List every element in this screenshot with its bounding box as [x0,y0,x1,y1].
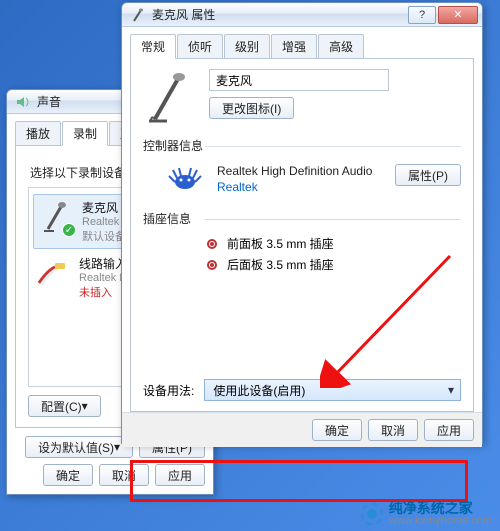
tab-recording[interactable]: 录制 [62,121,108,146]
controller-name: Realtek High Definition Audio [217,164,381,178]
configure-button[interactable]: 配置(C) ▾ [28,395,101,417]
controller-properties-button[interactable]: 属性(P) [395,164,461,186]
device-name-input[interactable] [209,69,389,91]
jack-indicator-icon [207,260,217,270]
usage-label: 设备用法: [143,382,194,399]
speaker-icon [15,94,31,110]
mic-title: 麦克风 属性 [152,6,406,23]
microphone-large-icon [143,69,191,125]
ok-button[interactable]: 确定 [43,464,93,486]
jack-indicator-icon [207,239,217,249]
change-icon-button[interactable]: 更改图标(I) [209,97,294,119]
mic-properties-window: 麦克风 属性 ? ✕ 常规 侦听 级别 增强 高级 更改图标(I) [121,2,483,444]
tab-listen[interactable]: 侦听 [177,34,223,58]
set-default-button[interactable]: 设为默认值(S) ▾ [25,436,133,458]
jack-group-label: 插座信息 [143,210,461,227]
check-icon: ✓ [62,223,76,237]
help-button[interactable]: ? [408,6,436,24]
mic-tabs: 常规 侦听 级别 增强 高级 [130,34,474,59]
cancel-button[interactable]: 取消 [368,419,418,441]
close-button[interactable]: ✕ [438,6,478,24]
device-usage-select[interactable]: 使用此设备(启用) [204,379,461,401]
realtek-crab-icon [167,164,203,194]
tab-general[interactable]: 常规 [130,34,176,59]
microphone-icon: ✓ [38,199,74,235]
mic-titlebar[interactable]: 麦克风 属性 ? ✕ [122,3,482,27]
watermark: 纯净系统之家 www.kzmyhome.com [361,500,492,527]
controller-group-label: 控制器信息 [143,137,461,154]
microphone-icon [130,7,146,23]
vendor-link[interactable]: Realtek [217,180,258,194]
cancel-button[interactable]: 取消 [99,464,149,486]
jack-rear: 后面板 3.5 mm 插座 [143,254,461,275]
linein-icon [35,255,71,291]
tab-levels[interactable]: 级别 [224,34,270,58]
jack-front: 前面板 3.5 mm 插座 [143,233,461,254]
ok-button[interactable]: 确定 [312,419,362,441]
tab-advanced[interactable]: 高级 [318,34,364,58]
tab-playback[interactable]: 播放 [15,121,61,145]
apply-button[interactable]: 应用 [424,419,474,441]
watermark-logo-icon [361,503,383,525]
tab-enhance[interactable]: 增强 [271,34,317,58]
apply-button[interactable]: 应用 [155,464,205,486]
